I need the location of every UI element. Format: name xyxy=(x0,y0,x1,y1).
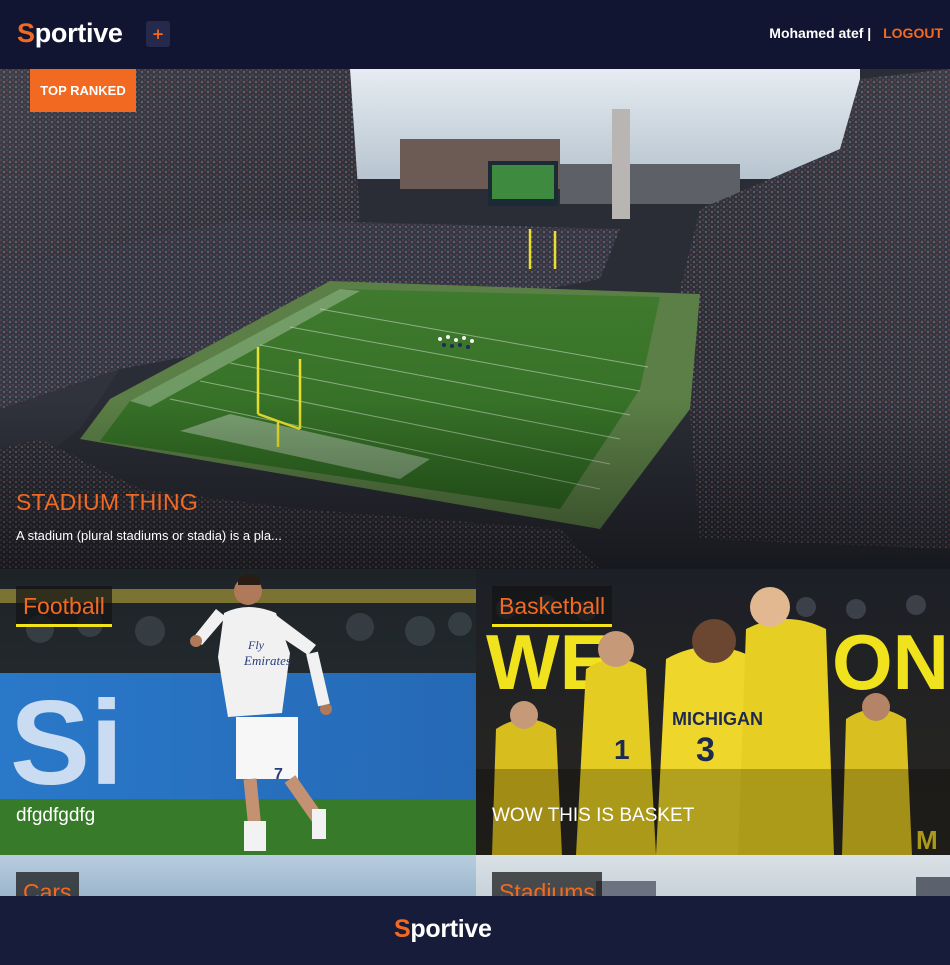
card-caption-football: dfgdfgdfg xyxy=(16,805,96,826)
svg-text:MICHIGAN: MICHIGAN xyxy=(672,709,763,729)
username: Mohamed atef xyxy=(769,25,864,41)
top-ranked-badge: TOP RANKED xyxy=(30,69,136,112)
top-navbar: Sportive + Mohamed atef | LOGOUT xyxy=(0,0,950,69)
hero-title[interactable]: STADIUM THING xyxy=(16,489,198,516)
svg-text:7: 7 xyxy=(274,766,283,783)
hero-featured-post[interactable]: TOP RANKED STADIUM THING A stadium (plur… xyxy=(0,69,950,569)
category-label-stadiums[interactable]: Stadiums xyxy=(492,872,602,896)
category-label-football[interactable]: Football xyxy=(16,586,112,627)
brand-logo-initial: S xyxy=(17,18,35,48)
user-area: Mohamed atef | LOGOUT xyxy=(769,25,943,41)
hero-description: A stadium (plural stadiums or stadia) is… xyxy=(16,528,282,543)
footer-logo-rest: portive xyxy=(410,915,492,943)
svg-text:Si: Si xyxy=(10,676,123,810)
app-root: Sportive + Mohamed atef | LOGOUT TOP RAN… xyxy=(0,0,950,965)
footer-logo[interactable]: Sportive xyxy=(394,915,492,944)
svg-text:3: 3 xyxy=(696,731,715,769)
category-label-basketball[interactable]: Basketball xyxy=(492,586,613,627)
brand-logo-rest: portive xyxy=(34,18,123,48)
user-separator: | xyxy=(867,25,872,41)
footer: Sportive xyxy=(0,896,950,965)
category-card-football[interactable]: Si Fly Emirates 7 Football dfgdfgdfg xyxy=(0,569,476,855)
footer-logo-initial: S xyxy=(394,915,411,943)
svg-text:ON: ON xyxy=(832,618,949,706)
brand-logo[interactable]: Sportive xyxy=(17,18,123,49)
category-card-stadiums[interactable]: Stadiums xyxy=(476,855,950,896)
svg-text:Fly: Fly xyxy=(247,638,265,652)
category-card-cars[interactable]: Cars xyxy=(0,855,476,896)
logout-link[interactable]: LOGOUT xyxy=(883,25,943,41)
svg-text:1: 1 xyxy=(614,734,630,765)
category-card-basketball[interactable]: WE ON MICHIGAN 3 1 M Basketball WOW THIS… xyxy=(476,569,950,855)
category-label-cars[interactable]: Cars xyxy=(16,872,79,896)
svg-text:Emirates: Emirates xyxy=(243,653,291,668)
add-post-button[interactable]: + xyxy=(146,21,170,47)
card-caption-basketball: WOW THIS IS BASKET xyxy=(492,805,695,826)
